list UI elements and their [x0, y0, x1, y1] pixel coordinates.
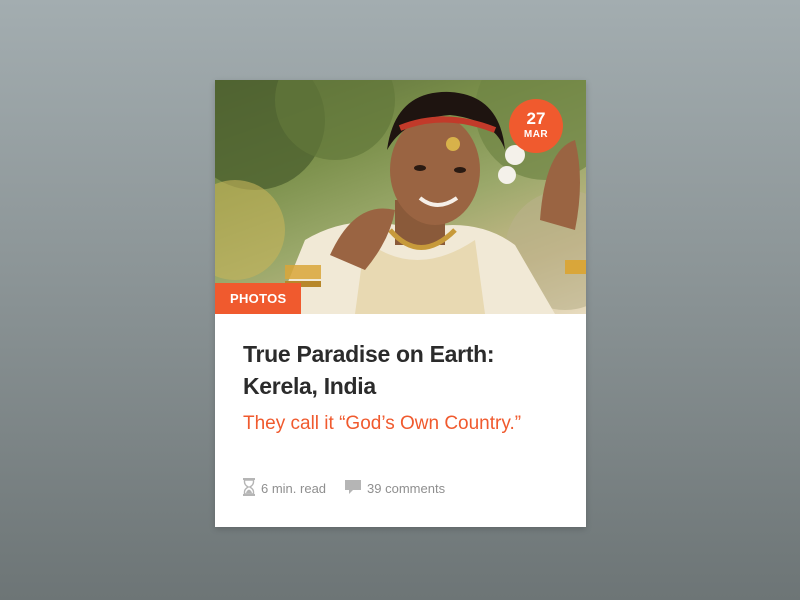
category-tag[interactable]: PHOTOS	[215, 283, 302, 314]
hourglass-icon	[243, 478, 255, 499]
read-time-label: 6 min. read	[261, 481, 327, 496]
date-month: MAR	[523, 129, 549, 140]
article-photo[interactable]: 27 MAR PHOTOS	[215, 80, 586, 314]
comments-label[interactable]: 39 comments	[367, 481, 445, 496]
article-title[interactable]: True Paradise on Earth: Kerela, India	[243, 338, 558, 402]
article-title-line-1: True Paradise on Earth:	[243, 341, 495, 367]
read-time: 6 min. read	[243, 478, 326, 499]
date-badge: 27 MAR	[509, 99, 563, 153]
article-meta: 6 min. read 39 comments	[243, 478, 445, 499]
comments[interactable]: 39 comments	[345, 479, 445, 498]
card-content: True Paradise on Earth: Kerela, India Th…	[215, 314, 586, 437]
article-card[interactable]: 27 MAR PHOTOS True Paradise on Earth: Ke…	[215, 80, 586, 527]
comment-bubble-icon	[345, 479, 362, 498]
date-day: 27	[526, 109, 546, 128]
article-title-line-2: Kerela, India	[243, 373, 376, 399]
article-subtitle: They call it “God’s Own Country.”	[243, 413, 522, 434]
